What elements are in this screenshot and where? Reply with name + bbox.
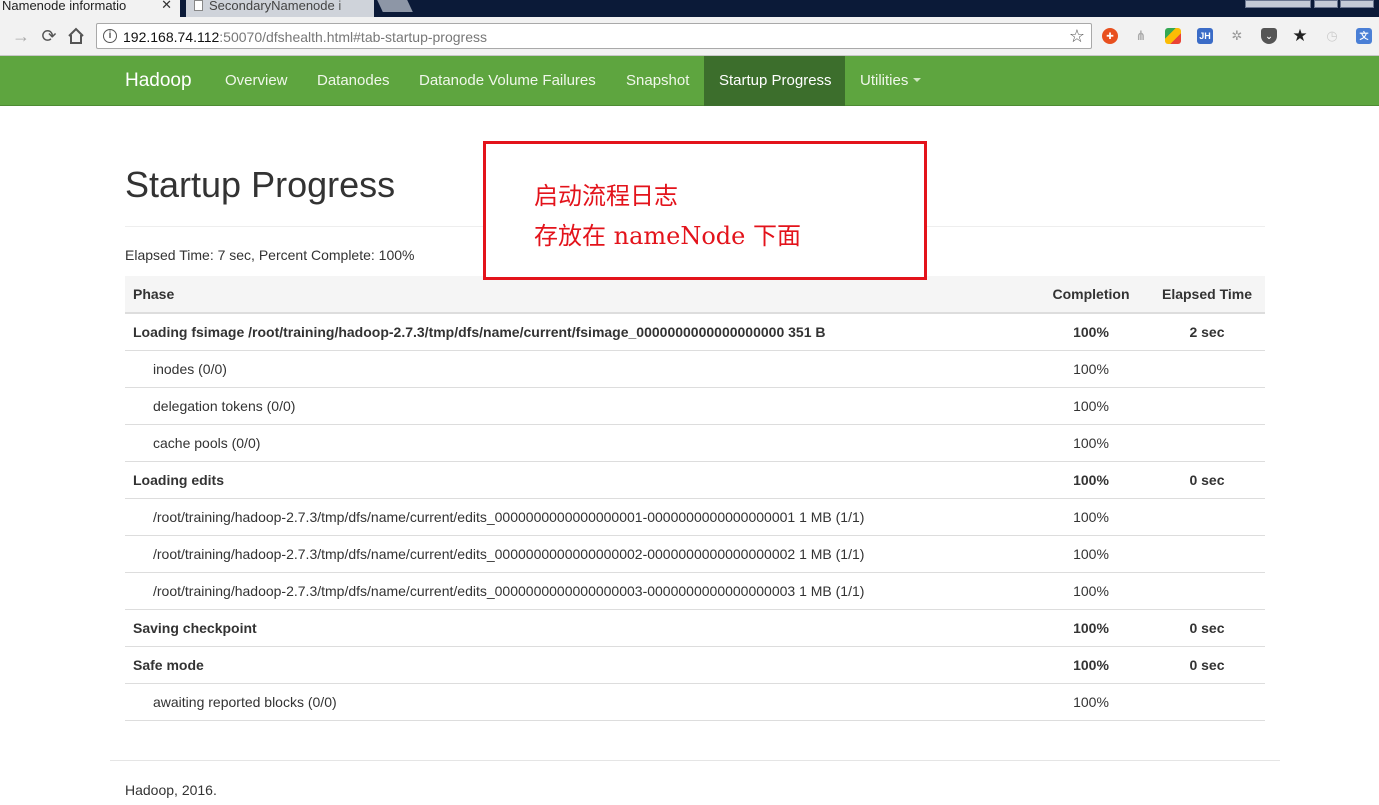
window-user-badge [1245,0,1311,8]
phase-name-cell: Safe mode [125,645,1033,683]
elapsed-cell [1149,497,1265,535]
jh-extension-icon[interactable]: JH [1197,28,1213,44]
pocket-icon[interactable]: ⌄ [1261,28,1277,44]
completion-cell: 100% [1033,497,1149,535]
tab-title: Namenode informatio [2,0,127,13]
completion-cell: 100% [1033,312,1149,350]
elapsed-cell [1149,534,1265,572]
elapsed-cell [1149,349,1265,387]
footer-text: Hadoop, 2016. [125,782,217,798]
annotation-line-1: 启动流程日志 [534,182,678,210]
tab-title: SecondaryNamenode i [209,0,342,13]
step-row: /root/training/hadoop-2.7.3/tmp/dfs/name… [125,571,1265,609]
phase-name-cell: Loading fsimage /root/training/hadoop-2.… [125,312,1033,350]
phase-name-cell: /root/training/hadoop-2.7.3/tmp/dfs/name… [125,497,1033,535]
phase-name-cell: /root/training/hadoop-2.7.3/tmp/dfs/name… [125,534,1033,572]
step-row: awaiting reported blocks (0/0) 100% [125,682,1265,721]
minimize-window-button[interactable] [1314,0,1338,8]
footer-divider [110,760,1280,761]
table-body: Loading fsimage /root/training/hadoop-2.… [125,312,1265,721]
elapsed-cell: 0 sec [1149,608,1265,646]
phase-name-cell: Saving checkpoint [125,608,1033,646]
new-tab-button[interactable] [377,0,413,12]
brand-logo[interactable]: Hadoop [125,70,192,92]
annotation-box: 启动流程日志 存放在 nameNode 下面 [483,141,927,280]
browser-tab-secondary-namenode[interactable]: SecondaryNamenode i [186,0,374,17]
clock-icon[interactable]: ◷ [1324,28,1340,44]
startup-progress-table: Phase Completion Elapsed Time Loading fs… [125,276,1265,721]
phase-name-cell: cache pools (0/0) [125,423,1033,461]
phase-name-cell: Loading edits [125,460,1033,498]
col-phase: Phase [125,276,1033,314]
completion-cell: 100% [1033,571,1149,609]
step-row: delegation tokens (0/0) 100% [125,386,1265,424]
step-row: /root/training/hadoop-2.7.3/tmp/dfs/name… [125,534,1265,572]
elapsed-cell [1149,682,1265,721]
completion-cell: 100% [1033,534,1149,572]
phase-name-cell: delegation tokens (0/0) [125,386,1033,424]
bookmark-manager-icon[interactable]: ★ [1292,27,1308,44]
tab-title-fade [132,0,156,17]
ublock-icon[interactable]: ✚ [1102,28,1118,44]
home-icon[interactable] [65,25,87,47]
phase-row: Safe mode 100% 0 sec [125,645,1265,683]
phase-name-cell: inodes (0/0) [125,349,1033,387]
color-picker-icon[interactable] [1165,28,1181,44]
step-row: inodes (0/0) 100% [125,349,1265,387]
completion-cell: 100% [1033,460,1149,498]
nav-utilities-label: Utilities [860,72,909,89]
elapsed-cell [1149,423,1265,461]
url-text: 192.168.74.112:50070/dfshealth.html#tab-… [123,29,487,45]
browser-tab-strip: Namenode informatio ✕ SecondaryNamenode … [0,0,1379,17]
step-row: cache pools (0/0) 100% [125,423,1265,461]
tab-title-fade [336,0,360,17]
col-completion: Completion [1033,276,1149,314]
close-tab-icon[interactable]: ✕ [161,0,172,11]
step-row: /root/training/hadoop-2.7.3/tmp/dfs/name… [125,497,1265,535]
phase-row: Loading edits 100% 0 sec [125,460,1265,498]
address-bar[interactable]: i 192.168.74.112:50070/dfshealth.html#ta… [96,23,1092,49]
col-elapsed-time: Elapsed Time [1149,276,1265,314]
table-header-row: Phase Completion Elapsed Time [125,276,1265,314]
nav-overview[interactable]: Overview [210,56,303,106]
elapsed-cell [1149,386,1265,424]
nav-utilities[interactable]: Utilities [845,56,936,106]
elapsed-summary: Elapsed Time: 7 sec, Percent Complete: 1… [125,247,415,263]
nav-snapshot[interactable]: Snapshot [611,56,704,106]
page-icon [194,0,203,11]
bookmark-star-icon[interactable]: ☆ [1069,26,1085,47]
nav-datanodes[interactable]: Datanodes [302,56,405,106]
chevron-down-icon [913,78,922,82]
google-translate-icon[interactable]: 文 [1356,28,1372,44]
elapsed-cell: 2 sec [1149,312,1265,350]
page-title: Startup Progress [125,164,396,205]
hadoop-navbar: Hadoop Overview Datanodes Datanode Volum… [0,56,1379,106]
nav-startup-progress[interactable]: Startup Progress [704,56,845,106]
completion-cell: 100% [1033,608,1149,646]
browser-tab-namenode[interactable]: Namenode informatio ✕ [0,0,180,17]
nav-datanode-volume-failures[interactable]: Datanode Volume Failures [404,56,611,106]
phase-name-cell: /root/training/hadoop-2.7.3/tmp/dfs/name… [125,571,1033,609]
completion-cell: 100% [1033,349,1149,387]
completion-cell: 100% [1033,682,1149,721]
completion-cell: 100% [1033,386,1149,424]
reload-icon[interactable]: ⟳ [38,25,60,47]
phase-row: Saving checkpoint 100% 0 sec [125,608,1265,646]
phase-row: Loading fsimage /root/training/hadoop-2.… [125,312,1265,350]
completion-cell: 100% [1033,423,1149,461]
translate-puzzle-icon[interactable]: ✲ [1229,28,1245,44]
sitemap-icon[interactable]: ⋔ [1133,28,1149,44]
completion-cell: 100% [1033,645,1149,683]
browser-toolbar: → ⟳ i 192.168.74.112:50070/dfshealth.htm… [0,17,1379,56]
site-info-icon[interactable]: i [103,29,117,43]
forward-icon[interactable]: → [10,25,32,47]
elapsed-cell [1149,571,1265,609]
phase-name-cell: awaiting reported blocks (0/0) [125,682,1033,721]
close-window-button[interactable] [1340,0,1374,8]
annotation-line-2: 存放在 nameNode 下面 [534,222,801,250]
elapsed-cell: 0 sec [1149,460,1265,498]
elapsed-cell: 0 sec [1149,645,1265,683]
